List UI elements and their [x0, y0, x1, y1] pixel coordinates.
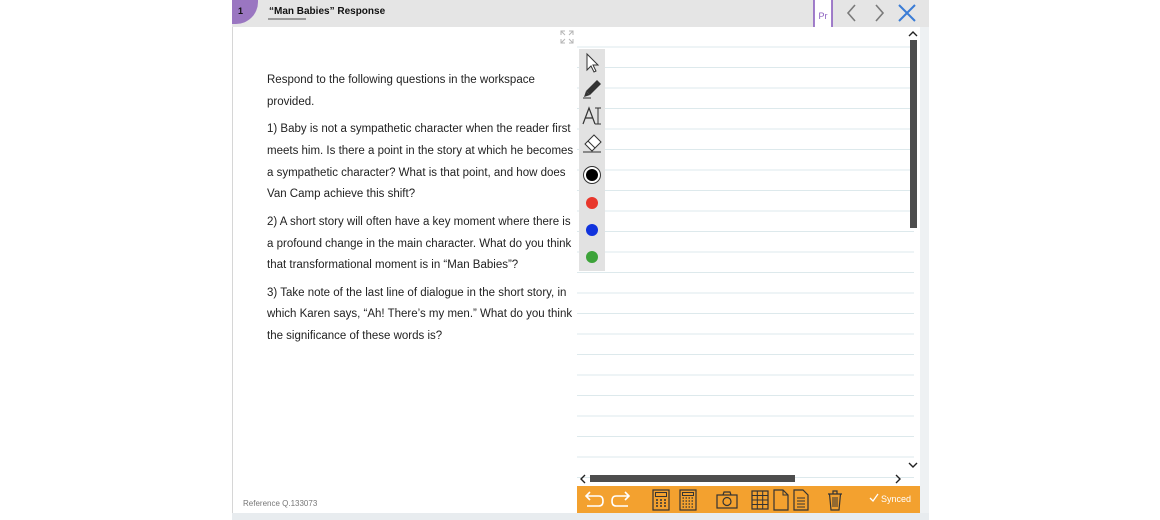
scroll-down-button[interactable] [907, 458, 919, 470]
chevron-right-small-icon [895, 474, 901, 484]
chevron-left-icon [846, 4, 856, 22]
question-header: 1 “Man Babies” Response Pr [232, 0, 929, 43]
calculator-button[interactable] [651, 489, 671, 511]
delete-button[interactable] [825, 489, 845, 511]
vertical-scrollbar-thumb[interactable] [910, 40, 917, 228]
chevron-down-icon [908, 462, 918, 468]
pen-icon [583, 80, 601, 99]
title-underline [268, 18, 306, 20]
chevron-right-icon [875, 4, 885, 22]
question-item-3: 3) Take note of the last line of dialogu… [267, 286, 573, 343]
expand-icon [560, 30, 574, 44]
scroll-left-button[interactable] [578, 472, 588, 484]
question-item-2: 2) A short story will often have a key m… [267, 215, 572, 272]
notes-icon [793, 489, 809, 511]
document-icon [773, 489, 789, 511]
scientific-calculator-icon [679, 489, 697, 511]
camera-button[interactable] [715, 489, 739, 511]
eraser-icon [583, 134, 602, 153]
table-icon [751, 490, 769, 510]
undo-icon [584, 491, 604, 507]
sync-status: Synced [869, 493, 911, 504]
eraser-tool[interactable] [581, 132, 603, 154]
text-tool[interactable] [581, 105, 603, 127]
chevron-left-small-icon [580, 474, 586, 484]
question-number: 1 [238, 6, 244, 16]
previous-button[interactable] [842, 2, 862, 24]
response-workspace[interactable] [577, 27, 914, 486]
question-panel: Respond to the following questions in th… [232, 27, 577, 513]
text-tool-icon [582, 106, 601, 125]
redo-button[interactable] [610, 489, 634, 511]
redo-icon [611, 491, 631, 507]
close-button[interactable] [896, 2, 918, 24]
close-icon [898, 4, 916, 22]
bookmark-label: Pr [818, 11, 828, 21]
workspace-toolbar: Synced [577, 486, 920, 513]
notes-button[interactable] [792, 489, 810, 511]
color-swatch-black [586, 169, 598, 181]
scroll-right-button[interactable] [893, 472, 903, 484]
question-content: Respond to the following questions in th… [267, 70, 577, 354]
expand-button[interactable] [559, 29, 575, 45]
document-button[interactable] [772, 489, 790, 511]
table-button[interactable] [750, 489, 770, 511]
color-swatch-green[interactable] [586, 251, 598, 263]
bottom-margin [232, 513, 929, 520]
calculator-icon [652, 489, 670, 511]
question-intro: Respond to the following questions in th… [267, 74, 535, 108]
right-margin [920, 27, 929, 513]
checkmark-icon [869, 493, 879, 503]
scroll-up-button[interactable] [907, 27, 919, 39]
color-swatch-red[interactable] [586, 197, 598, 209]
sync-status-label: Synced [881, 494, 912, 504]
pen-tool[interactable] [581, 78, 603, 100]
color-swatch-blue[interactable] [586, 224, 598, 236]
color-black-selected[interactable] [583, 166, 601, 184]
select-tool[interactable] [581, 51, 603, 73]
question-number-badge: 1 [232, 0, 258, 24]
scientific-calculator-button[interactable] [678, 489, 698, 511]
drawing-toolbar [579, 49, 605, 271]
camera-icon [716, 491, 738, 509]
question-frame: 1 “Man Babies” Response Pr Respond to th… [232, 0, 929, 520]
next-button[interactable] [869, 2, 889, 24]
reference-id: Reference Q.133073 [243, 499, 318, 508]
horizontal-scrollbar-thumb[interactable] [590, 475, 795, 482]
arrow-cursor-icon [586, 52, 600, 73]
trash-icon [828, 490, 842, 511]
question-item-1: 1) Baby is not a sympathetic character w… [267, 123, 574, 201]
undo-button[interactable] [581, 489, 605, 511]
question-title: “Man Babies” Response [269, 6, 386, 17]
chevron-up-icon [908, 31, 918, 37]
